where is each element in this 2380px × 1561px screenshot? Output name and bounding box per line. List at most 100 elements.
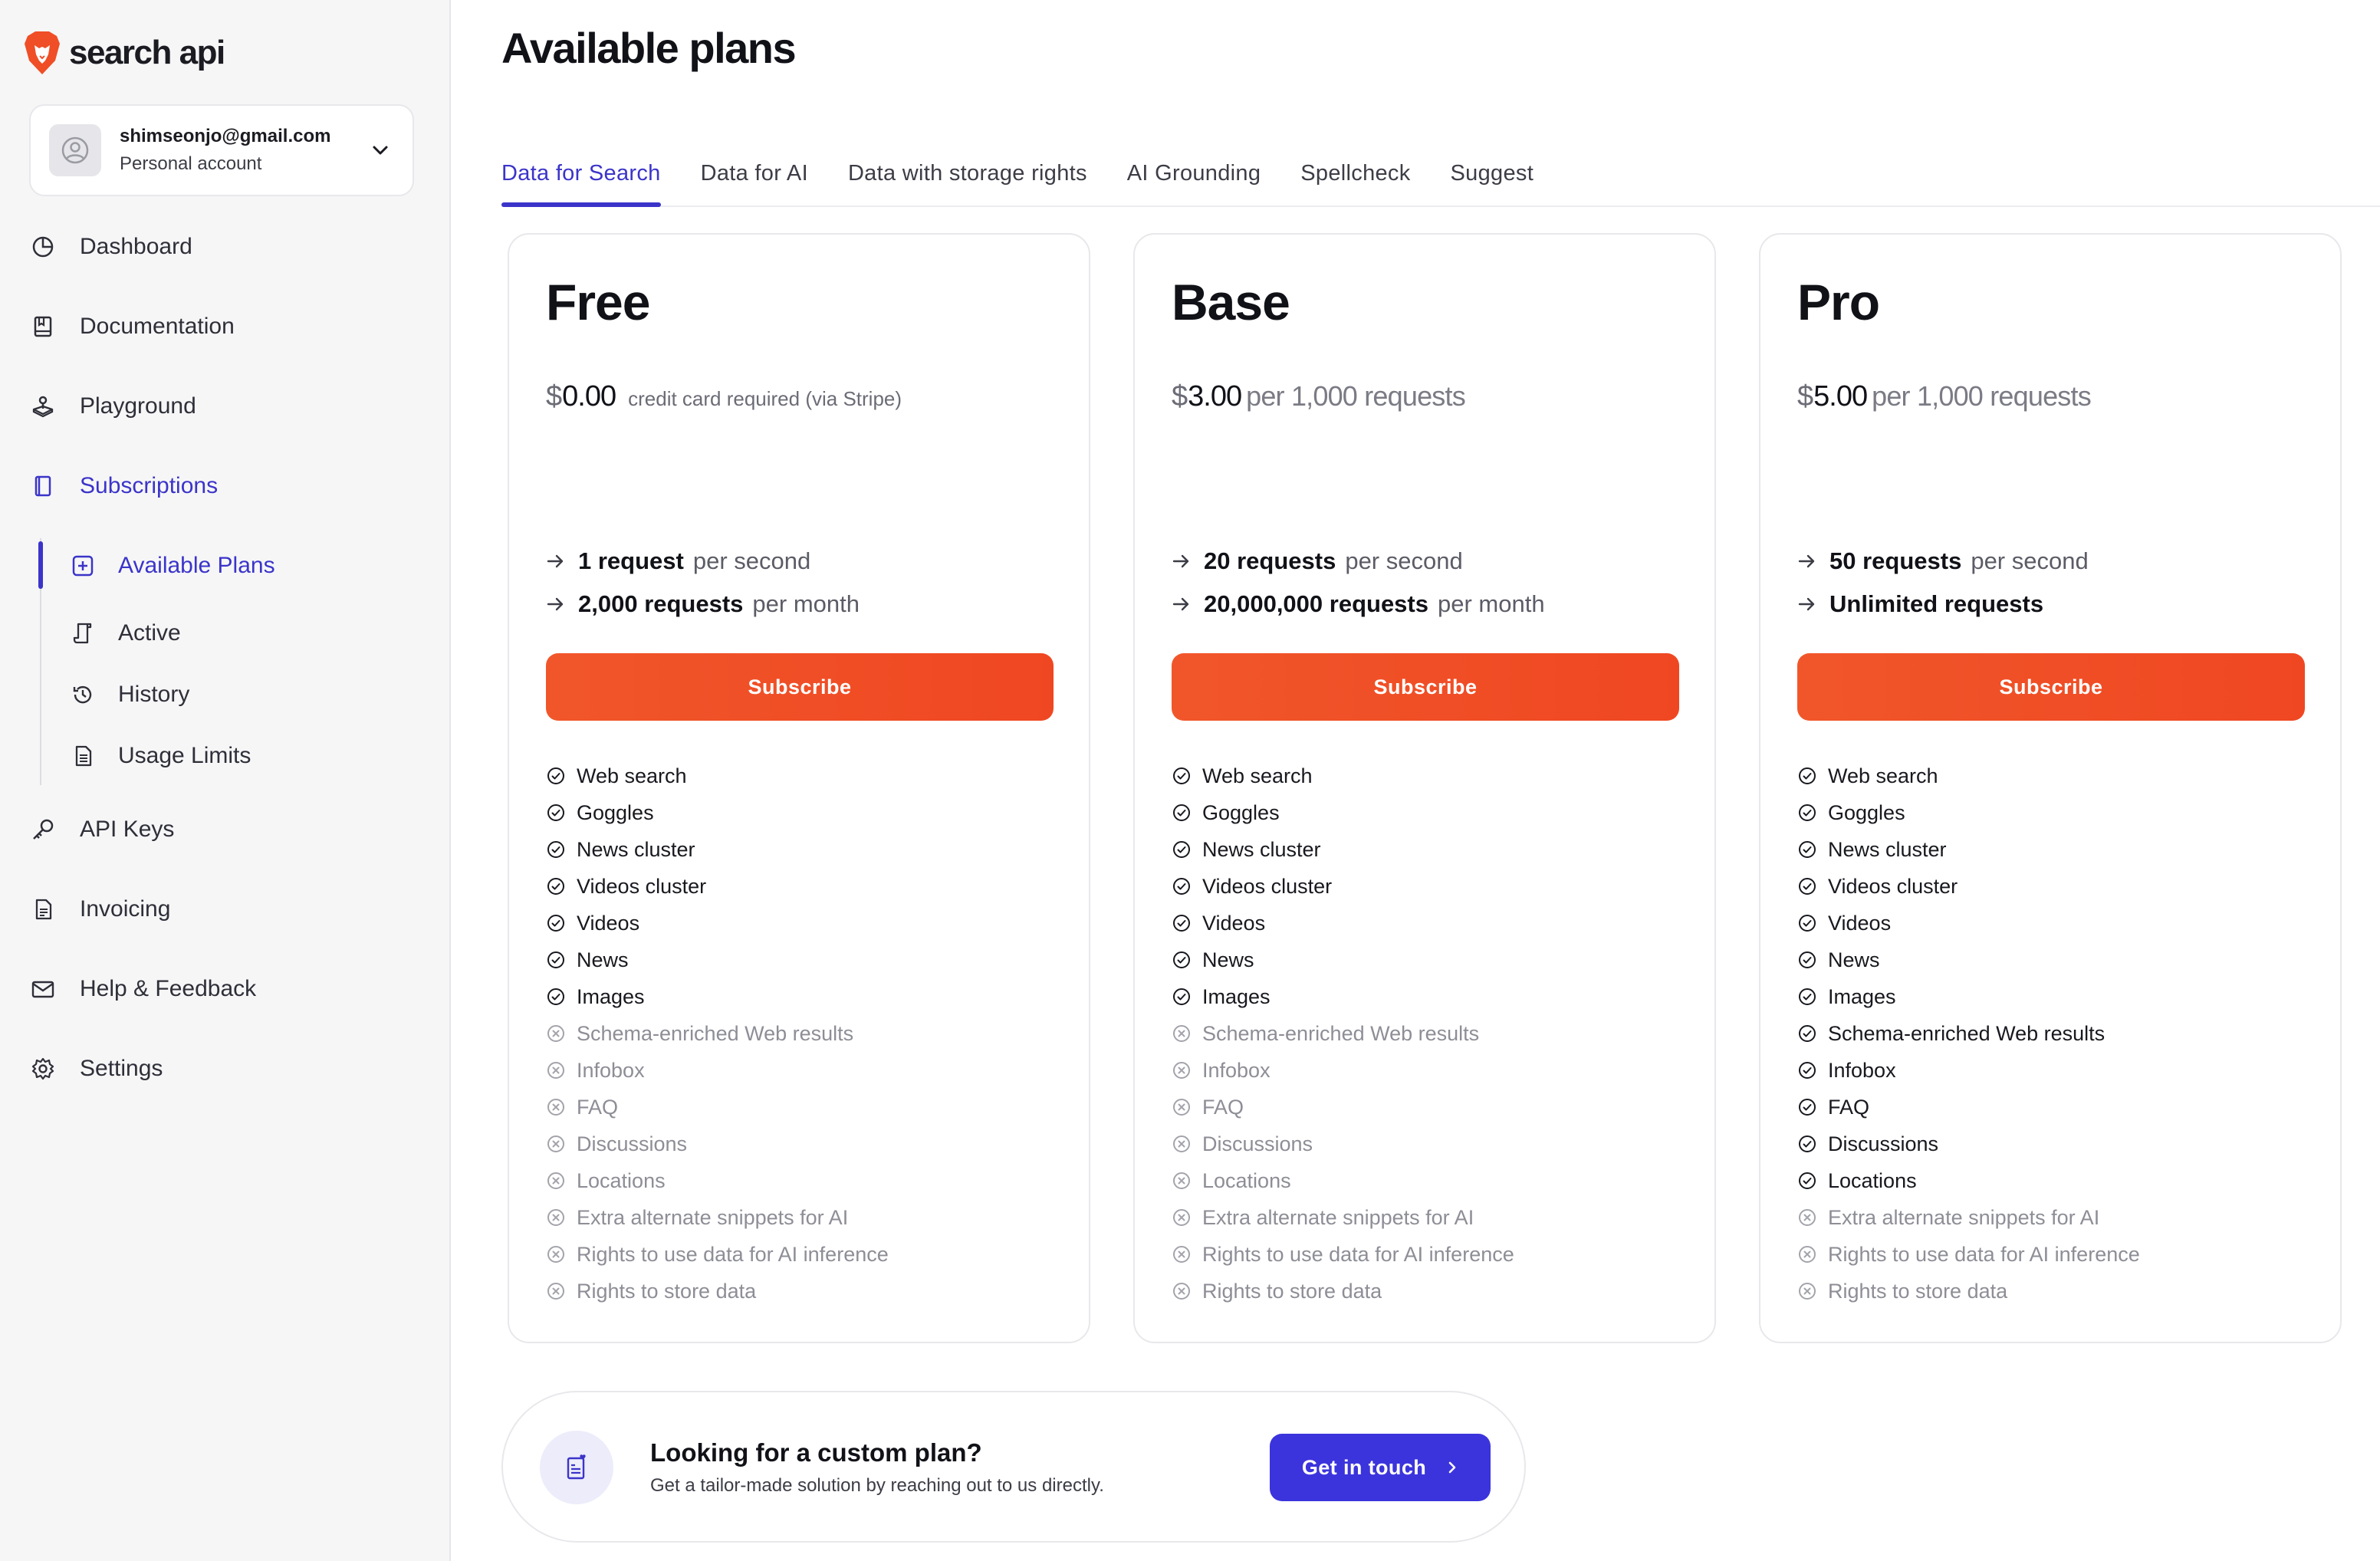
subscribe-button[interactable]: Subscribe	[1172, 653, 1679, 721]
tab-data-for-ai[interactable]: Data for AI	[701, 150, 808, 205]
feature-item: Schema-enriched Web results	[546, 1015, 889, 1052]
lion-logo-icon	[25, 31, 60, 74]
check-circle-icon	[1797, 913, 1817, 933]
feature-item: Images	[1797, 978, 2140, 1015]
page-title: Available plans	[501, 24, 797, 72]
feature-label: Locations	[1202, 1168, 1291, 1192]
tab-data-for-search[interactable]: Data for Search	[501, 150, 661, 207]
feature-label: Schema-enriched Web results	[1202, 1021, 1480, 1045]
avatar	[49, 124, 101, 176]
sidebar-item-help-feedback[interactable]: Help & Feedback	[29, 966, 256, 1012]
check-circle-icon	[1797, 766, 1817, 786]
sidebar-item-label: Subscriptions	[80, 473, 219, 498]
check-circle-icon	[1797, 1134, 1817, 1154]
feature-item: FAQ	[1172, 1089, 1514, 1126]
limit-value: 20,000,000 requests	[1204, 590, 1428, 617]
arrow-right-icon	[1797, 593, 1820, 616]
feature-item: Videos cluster	[546, 868, 889, 905]
feature-label: Images	[1828, 984, 1896, 1008]
check-circle-icon	[1797, 840, 1817, 859]
feature-label: Goggles	[577, 800, 654, 824]
tab-suggest[interactable]: Suggest	[1451, 150, 1534, 205]
feature-item: News cluster	[1172, 831, 1514, 868]
feature-item: Infobox	[1797, 1052, 2140, 1089]
feature-label: Infobox	[1828, 1058, 1896, 1082]
x-circle-icon	[1797, 1208, 1817, 1227]
chevron-down-icon[interactable]	[367, 136, 394, 164]
mail-icon	[29, 975, 57, 1003]
key-icon	[29, 816, 57, 843]
check-circle-icon	[1172, 766, 1192, 786]
plan-price: $3.00 per 1,000 requests	[1172, 380, 1466, 413]
limit-unit: per second	[692, 547, 811, 574]
plan-limit: Unlimited requests	[1797, 590, 2043, 618]
sidebar-item-api-keys[interactable]: API Keys	[29, 807, 174, 853]
limit-unit: per second	[1345, 547, 1463, 574]
feature-label: Extra alternate snippets for AI	[1828, 1205, 2100, 1229]
feature-item: Locations	[1172, 1162, 1514, 1199]
account-type: Personal account	[120, 153, 262, 174]
sidebar-item-dashboard[interactable]: Dashboard	[29, 224, 192, 270]
feature-item: Rights to store data	[1172, 1273, 1514, 1310]
arrow-right-icon	[1172, 550, 1195, 573]
feature-label: Videos cluster	[1828, 874, 1958, 898]
feature-label: Rights to store data	[1202, 1279, 1382, 1303]
subscribe-button[interactable]: Subscribe	[1797, 653, 2305, 721]
sidebar-item-playground[interactable]: Playground	[29, 383, 196, 429]
feature-label: Videos	[1828, 911, 1892, 935]
logo[interactable]: search api	[23, 28, 225, 78]
sidebar-item-settings[interactable]: Settings	[29, 1046, 163, 1092]
feature-item: Rights to store data	[546, 1273, 889, 1310]
feature-item: News	[546, 942, 889, 978]
feature-item: Goggles	[546, 794, 889, 831]
sidebar-subitem-history[interactable]: History	[69, 673, 189, 716]
limit-unit: per month	[752, 590, 860, 617]
arrow-right-icon	[1797, 550, 1820, 573]
sidebar-item-documentation[interactable]: Documentation	[29, 304, 235, 350]
plus-square-icon	[69, 552, 97, 580]
plan-name: Pro	[1797, 274, 1880, 330]
feature-label: Web search	[1828, 764, 1938, 787]
feature-item: Web search	[1172, 757, 1514, 794]
custom-plan-title: Looking for a custom plan?	[650, 1438, 982, 1467]
sidebar-subitem-available-plans[interactable]: Available Plans	[69, 544, 275, 587]
account-switcher[interactable]: shimseonjo@gmail.com Personal account	[29, 104, 414, 196]
limit-value: 20 requests	[1204, 547, 1336, 574]
chevron-right-icon	[1448, 1461, 1456, 1474]
feature-label: Videos	[1202, 911, 1266, 935]
limit-value: 50 requests	[1829, 547, 1962, 574]
sidebar-subitem-active[interactable]: Active	[69, 612, 181, 655]
feature-label: Videos cluster	[577, 874, 707, 898]
feature-item: Rights to use data for AI inference	[546, 1236, 889, 1273]
sidebar-subitem-usage-limits[interactable]: Usage Limits	[69, 734, 251, 777]
check-circle-icon	[546, 876, 566, 896]
feature-item: Images	[1172, 978, 1514, 1015]
check-circle-icon	[546, 840, 566, 859]
tab-ai-grounding[interactable]: AI Grounding	[1127, 150, 1261, 205]
feature-label: FAQ	[1202, 1095, 1244, 1119]
check-circle-icon	[1172, 840, 1192, 859]
plan-name: Base	[1172, 274, 1290, 330]
feature-item: News cluster	[1797, 831, 2140, 868]
feature-item: Images	[546, 978, 889, 1015]
feature-label: Infobox	[577, 1058, 645, 1082]
sidebar-item-label: Help & Feedback	[80, 976, 257, 1001]
feature-list: Web search Goggles News cluster Videos clus…	[546, 757, 889, 1310]
feature-item: Videos	[546, 905, 889, 942]
feature-label: Extra alternate snippets for AI	[577, 1205, 849, 1229]
tab-spellcheck[interactable]: Spellcheck	[1300, 150, 1410, 205]
x-circle-icon	[1797, 1244, 1817, 1264]
sidebar-item-invoicing[interactable]: Invoicing	[29, 886, 170, 932]
sidebar-item-subscriptions[interactable]: Subscriptions	[29, 463, 218, 509]
feature-item: Infobox	[546, 1052, 889, 1089]
tab-data-with-storage-rights[interactable]: Data with storage rights	[848, 150, 1087, 205]
feature-item: Locations	[1797, 1162, 2140, 1199]
get-in-touch-button[interactable]: Get in touch	[1270, 1434, 1491, 1501]
subscribe-button[interactable]: Subscribe	[546, 653, 1054, 721]
feature-list: Web search Goggles News cluster Videos clus…	[1797, 757, 2140, 1310]
feature-list: Web search Goggles News cluster Videos clus…	[1172, 757, 1514, 1310]
x-circle-icon	[546, 1060, 566, 1080]
check-circle-icon	[546, 766, 566, 786]
price-currency: $	[546, 380, 563, 412]
feature-item: Rights to use data for AI inference	[1172, 1236, 1514, 1273]
